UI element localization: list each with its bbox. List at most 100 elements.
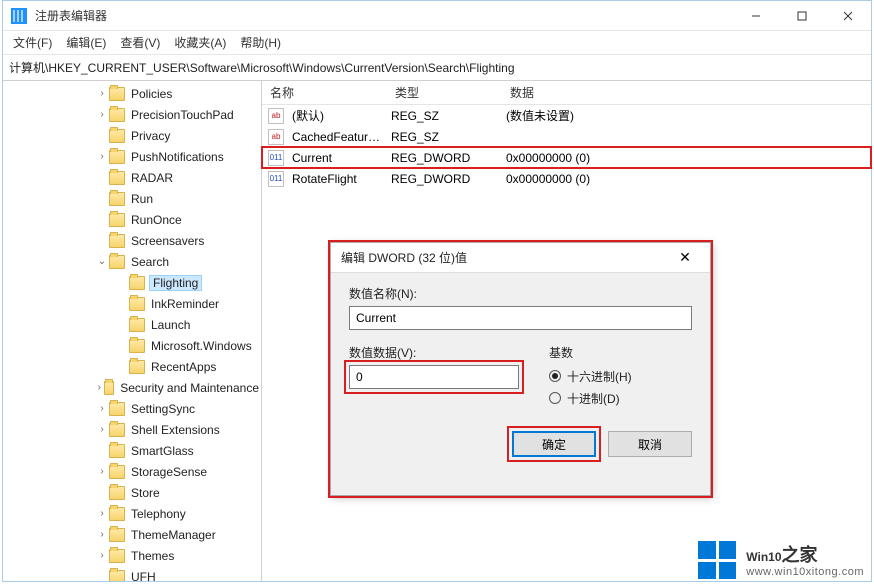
string-value-icon: ab [268,108,284,124]
tree-item[interactable]: RunOnce [3,209,261,230]
chevron-right-icon[interactable]: › [95,466,109,477]
folder-icon [109,507,125,521]
list-row[interactable]: 011RotateFlightREG_DWORD0x00000000 (0) [262,168,871,189]
tree-item[interactable]: ›ThemeManager [3,524,261,545]
folder-icon [129,339,145,353]
tree-item[interactable]: Microsoft.Windows [3,335,261,356]
tree-item[interactable]: Flighting [3,272,261,293]
titlebar: 注册表编辑器 [3,1,871,31]
dialog-close-button[interactable]: ✕ [670,249,700,266]
list-row[interactable]: ab(默认)REG_SZ(数值未设置) [262,105,871,126]
tree-item[interactable]: UFH [3,566,261,581]
tree-item-label: RADAR [129,171,175,185]
folder-icon [109,486,125,500]
tree-item[interactable]: Store [3,482,261,503]
tree-item[interactable]: Privacy [3,125,261,146]
edit-dword-dialog: 编辑 DWORD (32 位)值 ✕ 数值名称(N): 数值数据(V): 基数 … [330,242,711,496]
cell-name: (默认) [288,107,387,124]
tree-item[interactable]: Screensavers [3,230,261,251]
window-title: 注册表编辑器 [35,7,107,24]
tree-item[interactable]: › PrecisionTouchPad [3,104,261,125]
chevron-right-icon[interactable]: › [95,151,109,162]
chevron-right-icon[interactable]: › [95,109,109,120]
radix-hex-option[interactable]: 十六进制(H) [549,365,692,387]
value-name-label: 数值名称(N): [349,285,692,302]
tree-item-label: SmartGlass [129,444,196,458]
col-data[interactable]: 数据 [502,84,871,101]
tree-item[interactable]: Run [3,188,261,209]
tree-item[interactable]: ›SettingSync [3,398,261,419]
tree-item[interactable]: ⌄ Search [3,251,261,272]
tree-item-label: PrecisionTouchPad [129,108,236,122]
tree-item-label: InkReminder [149,297,221,311]
folder-icon [109,528,125,542]
menu-file[interactable]: 文件(F) [13,34,52,51]
cell-name: Current [288,151,387,165]
tree-item-label: Store [129,486,162,500]
ok-button[interactable]: 确定 [512,431,596,457]
tree-item[interactable]: ›Telephony [3,503,261,524]
radix-dec-option[interactable]: 十进制(D) [549,387,692,409]
tree-item-label: RecentApps [149,360,218,374]
folder-icon [129,318,145,332]
tree-item-label: Shell Extensions [129,423,222,437]
folder-icon [109,129,125,143]
folder-icon [109,255,125,269]
menu-favorites[interactable]: 收藏夹(A) [174,34,226,51]
cell-name: RotateFlight [288,172,387,186]
menu-edit[interactable]: 编辑(E) [66,34,106,51]
folder-icon [129,276,145,290]
chevron-right-icon[interactable]: › [95,382,104,393]
cell-type: REG_DWORD [387,172,502,186]
windows-logo-icon [698,541,736,579]
chevron-right-icon[interactable]: › [95,88,109,99]
tree-pane[interactable]: › Policies › PrecisionTouchPad Privacy ›PushN… [3,81,262,581]
tree-item-label: Search [129,255,171,269]
menubar: 文件(F) 编辑(E) 查看(V) 收藏夹(A) 帮助(H) [3,31,871,55]
tree-item[interactable]: › Policies [3,83,261,104]
tree-item[interactable]: RADAR [3,167,261,188]
radix-hex-label: 十六进制(H) [567,368,632,385]
dword-value-icon: 011 [268,171,284,187]
maximize-button[interactable] [779,1,825,31]
chevron-right-icon[interactable]: › [95,529,109,540]
folder-icon [109,192,125,206]
folder-icon [109,570,125,582]
tree-item-label: Flighting [149,275,202,291]
dialog-title: 编辑 DWORD (32 位)值 [341,249,670,266]
cell-data: (数值未设置) [502,107,871,124]
value-name-input[interactable] [349,306,692,330]
chevron-down-icon[interactable]: ⌄ [95,256,109,267]
cancel-button[interactable]: 取消 [608,431,692,457]
tree-item[interactable]: RecentApps [3,356,261,377]
address-bar[interactable]: 计算机\HKEY_CURRENT_USER\Software\Microsoft… [3,55,871,81]
col-name[interactable]: 名称 [262,84,387,101]
folder-icon [109,465,125,479]
list-row[interactable]: abCachedFeature...REG_SZ [262,126,871,147]
folder-icon [109,87,125,101]
minimize-button[interactable] [733,1,779,31]
tree-item[interactable]: Launch [3,314,261,335]
tree-item[interactable]: ›PushNotifications [3,146,261,167]
tree-item-label: Policies [129,87,174,101]
close-button[interactable] [825,1,871,31]
tree-item[interactable]: ›StorageSense [3,461,261,482]
tree-item[interactable]: InkReminder [3,293,261,314]
menu-view[interactable]: 查看(V) [120,34,160,51]
tree-item[interactable]: ›Themes [3,545,261,566]
tree-item-label: Privacy [129,129,172,143]
menu-help[interactable]: 帮助(H) [240,34,281,51]
chevron-right-icon[interactable]: › [95,550,109,561]
chevron-right-icon[interactable]: › [95,424,109,435]
value-data-input[interactable] [349,365,519,389]
chevron-right-icon[interactable]: › [95,508,109,519]
tree-item[interactable]: ›Security and Maintenance [3,377,261,398]
tree-item-label: Launch [149,318,192,332]
regedit-icon [11,8,27,24]
chevron-right-icon[interactable]: › [95,403,109,414]
col-type[interactable]: 类型 [387,84,502,101]
tree-item[interactable]: › Shell Extensions [3,419,261,440]
list-row[interactable]: 011CurrentREG_DWORD0x00000000 (0) [262,147,871,168]
cell-type: REG_SZ [387,109,502,123]
tree-item[interactable]: SmartGlass [3,440,261,461]
